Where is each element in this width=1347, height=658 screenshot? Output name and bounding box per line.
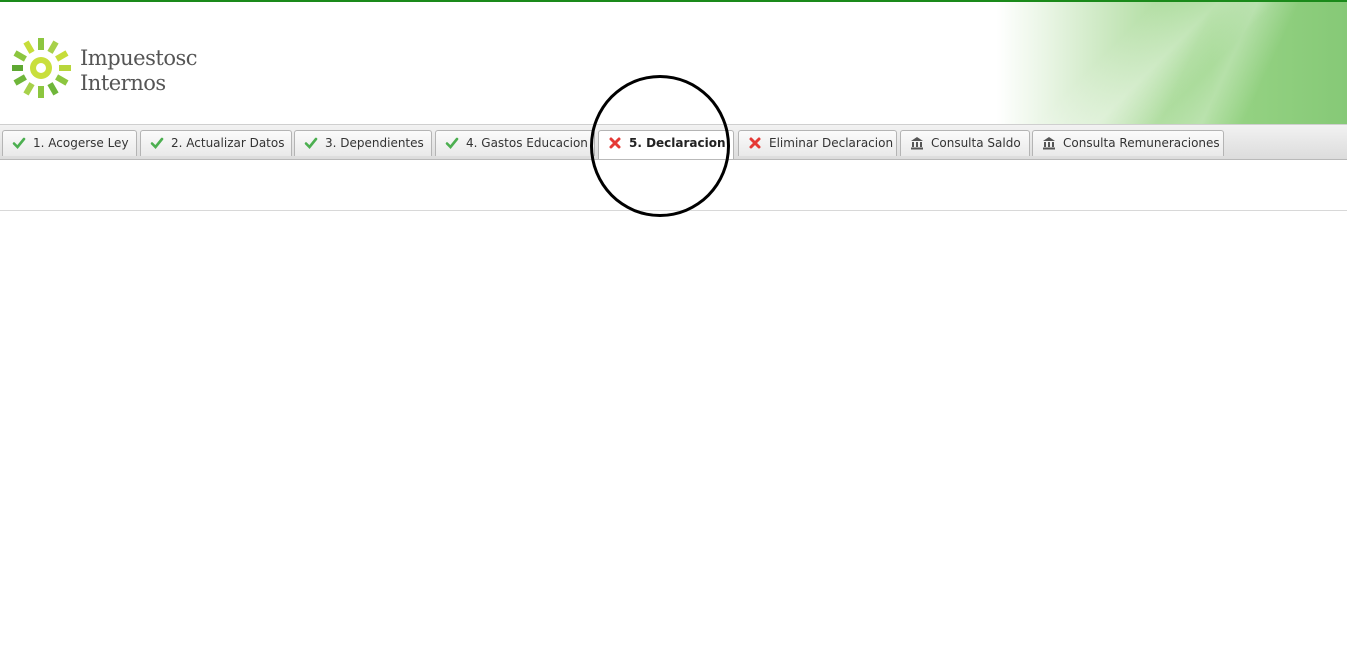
check-icon xyxy=(304,137,318,149)
tab-label: Consulta Saldo xyxy=(931,136,1021,150)
tab-label: 1. Acogerse Ley xyxy=(33,136,129,150)
tab-consulta-remuneraciones[interactable]: Consulta Remuneraciones xyxy=(1032,130,1224,156)
tab-acogerse-ley[interactable]: 1. Acogerse Ley xyxy=(2,130,137,156)
check-icon xyxy=(445,137,459,149)
logo-line-2: Internos xyxy=(80,71,166,95)
tab-bar: 1. Acogerse Ley 2. Actualizar Datos 3. D… xyxy=(0,124,1347,160)
tab-label: 2. Actualizar Datos xyxy=(171,136,285,150)
tab-label: 4. Gastos Educacion xyxy=(466,136,588,150)
logo[interactable]: Impuestosc Internos xyxy=(12,36,202,106)
logo-line-1: Impuestosc xyxy=(80,46,198,70)
tab-eliminar-declaracion[interactable]: Eliminar Declaracion xyxy=(738,130,897,156)
tab-label: Consulta Remuneraciones xyxy=(1063,136,1220,150)
header-decoration xyxy=(987,2,1347,124)
logo-text: Impuestosc Internos xyxy=(80,46,198,96)
bank-icon xyxy=(1043,137,1055,150)
page-header: Impuestosc Internos xyxy=(0,2,1347,124)
content-divider xyxy=(0,210,1347,211)
tab-label: Eliminar Declaracion xyxy=(769,136,894,150)
check-icon xyxy=(150,137,164,149)
tab-gastos-educacion[interactable]: 4. Gastos Educacion xyxy=(435,130,595,156)
x-icon xyxy=(609,137,621,149)
bank-icon xyxy=(911,137,923,150)
x-icon xyxy=(749,137,761,149)
check-icon xyxy=(12,137,26,149)
tab-label: 5. Declaracion xyxy=(629,136,726,150)
sun-logo-icon xyxy=(12,38,71,98)
tab-consulta-saldo[interactable]: Consulta Saldo xyxy=(900,130,1030,156)
tab-actualizar-datos[interactable]: 2. Actualizar Datos xyxy=(140,130,292,156)
tab-label: 3. Dependientes xyxy=(325,136,424,150)
tab-dependientes[interactable]: 3. Dependientes xyxy=(294,130,432,156)
tab-declaracion[interactable]: 5. Declaracion xyxy=(598,130,734,159)
